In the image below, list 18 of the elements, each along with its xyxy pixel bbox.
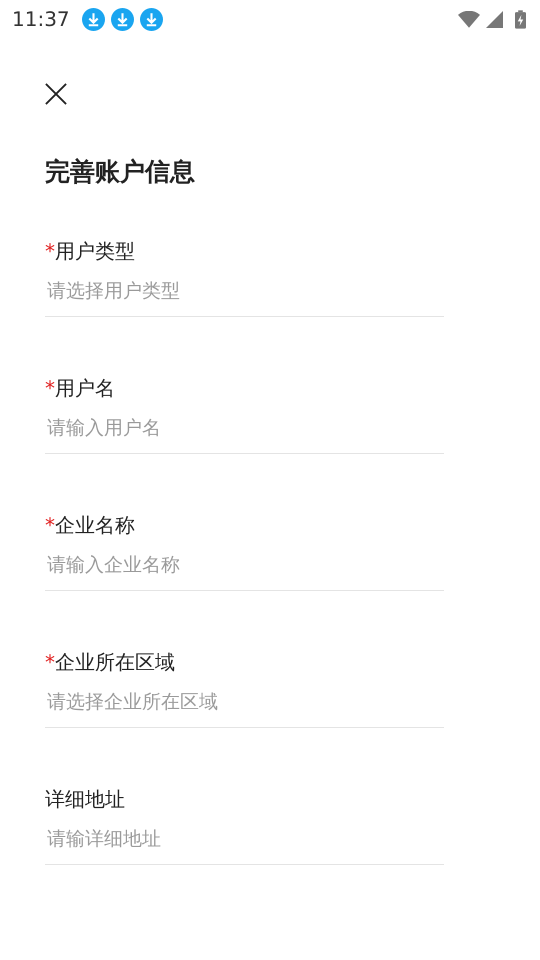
field-label: 用户类型 [55, 238, 135, 264]
field-label: 企业所在区域 [55, 648, 175, 676]
signal-icon [486, 10, 503, 28]
page-title: 完善账户信息 [45, 156, 196, 188]
required-asterisk: * [45, 650, 55, 674]
download-icon [82, 8, 105, 30]
download-icon [140, 8, 163, 30]
field-label: 用户名 [55, 374, 115, 402]
wifi-icon [458, 10, 480, 28]
close-icon[interactable] [45, 83, 67, 105]
download-icon [110, 8, 134, 30]
required-asterisk: * [45, 376, 55, 400]
field-label: 详细地址 [45, 786, 125, 812]
battery-icon [515, 10, 526, 28]
required-asterisk: * [45, 239, 55, 263]
status-time: 11:37 [12, 7, 70, 31]
required-asterisk: * [45, 513, 55, 537]
field-label: 企业名称 [55, 512, 135, 538]
